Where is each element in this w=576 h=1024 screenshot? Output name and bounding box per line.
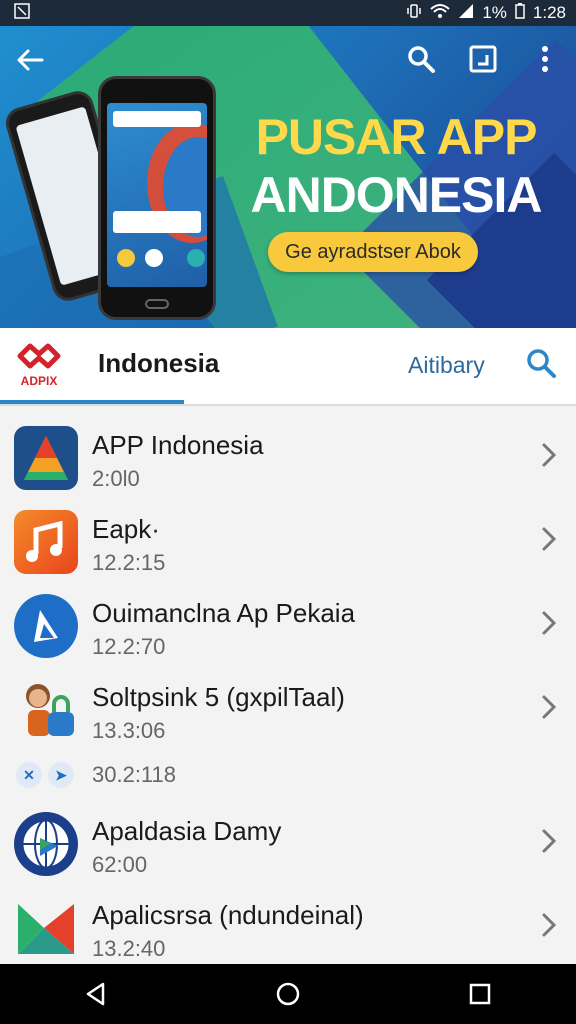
- tab-search-button[interactable]: [524, 346, 558, 380]
- list-item[interactable]: Apalicsrsa (ndundeinal) 13.2:40: [0, 884, 576, 966]
- arrow-left-icon: [17, 49, 44, 71]
- app-title: Ouimanclna Ap Pekaia: [92, 598, 356, 628]
- app-version: 13.2:40: [92, 936, 166, 961]
- system-nav-bar: [0, 964, 576, 1024]
- battery-icon: [515, 2, 525, 24]
- app-icon: [14, 594, 78, 658]
- brand-logo: ADPIX: [14, 342, 64, 390]
- app-icon: [14, 896, 78, 960]
- search-button[interactable]: [404, 42, 438, 76]
- send-badge-icon: ➤: [48, 762, 74, 788]
- list-item[interactable]: Apaldasia Damy 62:00: [0, 800, 576, 882]
- search-icon: [527, 349, 556, 378]
- app-version: 13.3:06: [92, 718, 166, 743]
- tab-bar: ADPIX Indonesia Aitibary: [0, 328, 576, 406]
- square-recents-icon: [469, 983, 491, 1005]
- list-item[interactable]: APP Indonesia 2:0l0: [0, 414, 576, 496]
- app-title: Eapk·: [92, 514, 160, 544]
- list-item[interactable]: ✕ ➤ 30.2:118: [0, 754, 576, 794]
- promo-banner[interactable]: PUSAR APP ANDONESIA Ge ayradstser Abok: [0, 26, 576, 328]
- back-button[interactable]: [14, 44, 50, 80]
- app-title: Apaldasia Damy: [92, 816, 282, 846]
- banner-title-line2: ANDONESIA: [250, 167, 542, 223]
- chevron-right-icon: [542, 829, 557, 853]
- wifi-icon: [430, 3, 450, 24]
- status-bar: 1% 1:28: [0, 0, 576, 26]
- chevron-right-icon: [542, 443, 557, 467]
- active-tab-indicator: [0, 400, 184, 404]
- overflow-menu-button[interactable]: [528, 42, 562, 76]
- chevron-right-icon: [542, 695, 557, 719]
- notification-icon: [14, 2, 30, 24]
- list-item[interactable]: Eapk· 12.2:15: [0, 498, 576, 580]
- app-title: Soltpsink 5 (gxpilTaal): [92, 682, 345, 712]
- search-icon: [408, 46, 435, 73]
- app-title: Apalicsrsa (ndundeinal): [92, 900, 364, 930]
- app-icon: [14, 426, 78, 490]
- banner-title: PUSAR APP ANDONESIA: [226, 108, 566, 224]
- nav-back-button[interactable]: [66, 964, 126, 1024]
- brand-label: ADPIX: [20, 374, 58, 388]
- more-vert-icon: [542, 46, 548, 72]
- app-version: 12.2:15: [92, 550, 166, 575]
- clock: 1:28: [532, 3, 566, 22]
- banner-cta-button[interactable]: Ge ayradstser Abok: [268, 232, 478, 272]
- app-version: 30.2:118: [92, 762, 177, 787]
- share-badges: ✕ ➤: [16, 762, 74, 788]
- chevron-right-icon: [542, 913, 557, 937]
- triangle-back-icon: [86, 982, 105, 1006]
- chevron-right-icon: [542, 527, 557, 551]
- battery-percent: 1%: [482, 3, 507, 22]
- chevron-right-icon: [542, 611, 557, 635]
- app-version: 62:00: [92, 852, 148, 877]
- list-item[interactable]: Ouimanclna Ap Pekaia 12.2:70: [0, 582, 576, 664]
- circle-home-icon: [276, 982, 300, 1006]
- app-version: 12.2:70: [92, 634, 166, 659]
- brand-logo-icon: [17, 343, 61, 369]
- app-icon: [14, 678, 78, 742]
- app-icon: [14, 812, 78, 876]
- open-in-button[interactable]: [466, 42, 500, 76]
- close-badge-icon: ✕: [16, 762, 42, 788]
- signal-icon: [458, 3, 474, 24]
- tab-indonesia[interactable]: Indonesia: [98, 348, 219, 379]
- open-in-icon: [469, 45, 497, 73]
- list-item[interactable]: Soltpsink 5 (gxpilTaal) 13.3:06: [0, 666, 576, 748]
- phone-illustration: [98, 76, 216, 320]
- app-icon: [14, 510, 78, 574]
- banner-title-line1: PUSAR APP: [255, 109, 538, 165]
- vibrate-icon: [406, 3, 422, 24]
- app-title: APP Indonesia: [92, 430, 264, 460]
- nav-recents-button[interactable]: [450, 964, 510, 1024]
- nav-home-button[interactable]: [258, 964, 318, 1024]
- tab-other[interactable]: Aitibary: [408, 352, 485, 379]
- app-version: 2:0l0: [92, 466, 140, 491]
